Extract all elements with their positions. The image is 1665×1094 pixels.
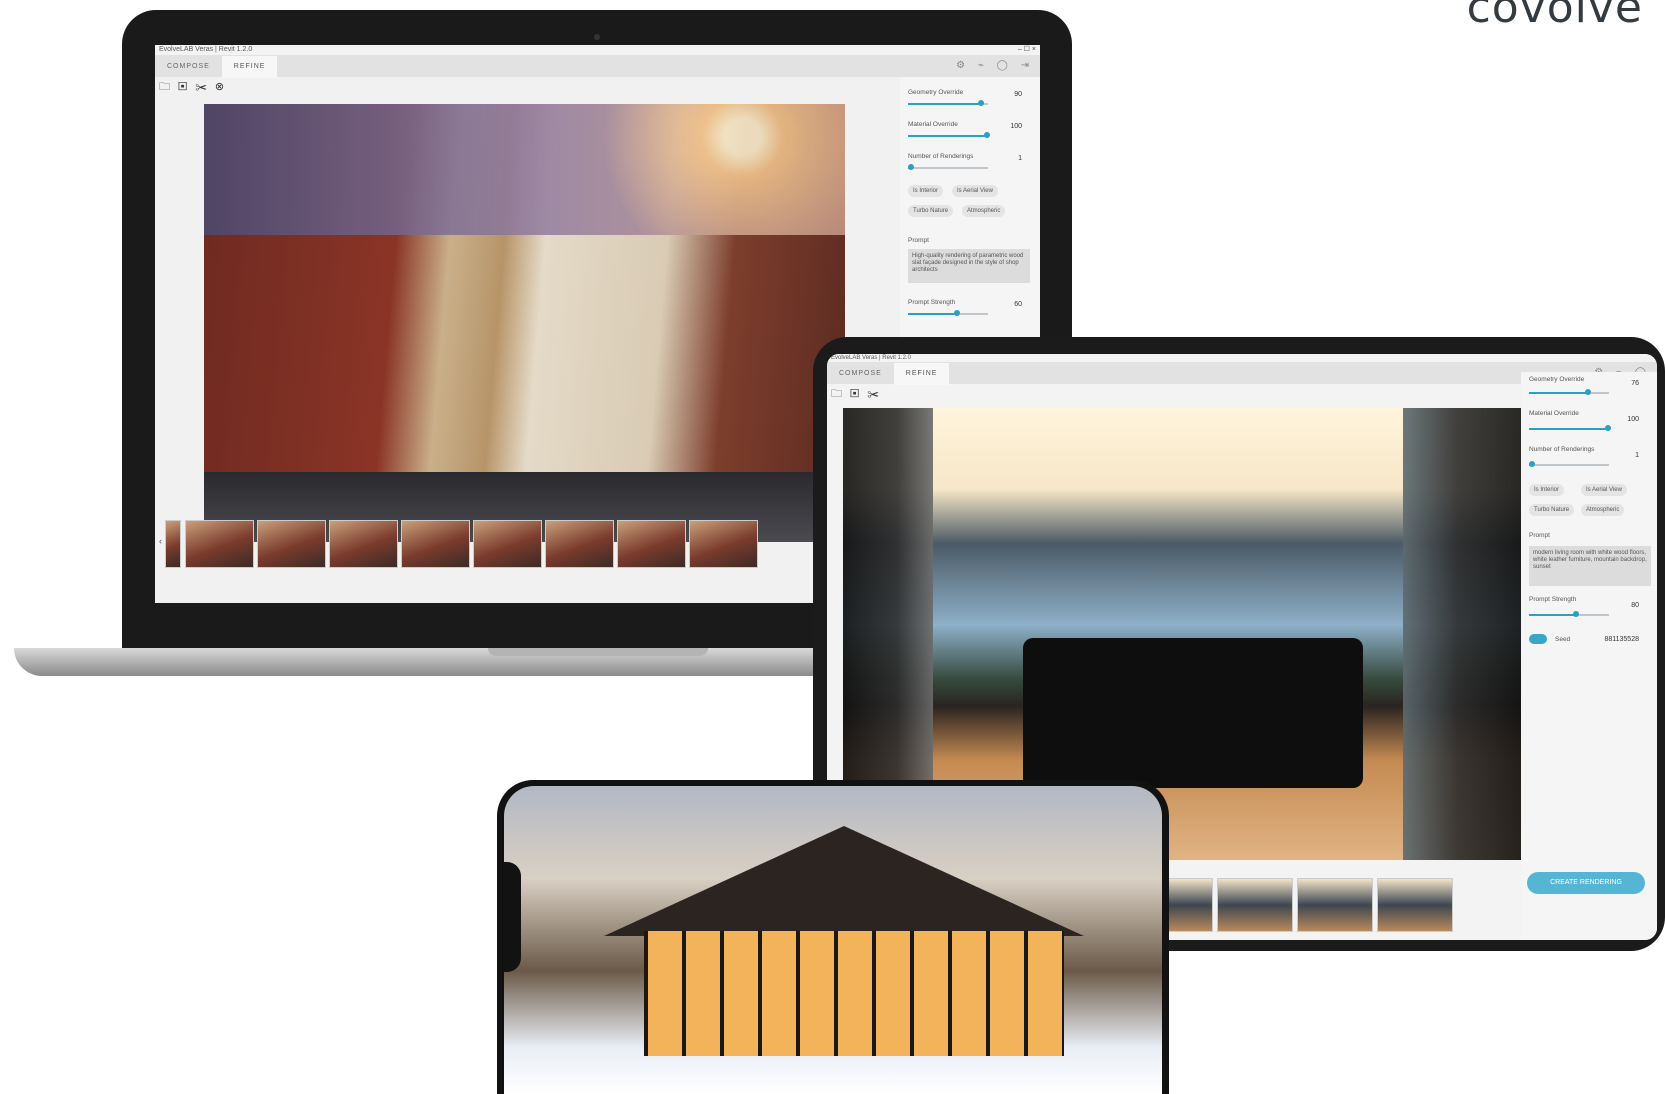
thumbnail-strip [1167, 878, 1527, 934]
material-override-slider[interactable] [908, 132, 990, 138]
geometry-override-label: Geometry Override [1529, 376, 1585, 383]
window-title: EvolveLAB Veras | Revit 1.2.0 [831, 355, 911, 361]
thumbnail[interactable] [617, 520, 686, 568]
header-icons[interactable]: ⚙ ⌁ ◯ ⇥ [956, 60, 1034, 71]
thumbnail[interactable] [1377, 878, 1453, 932]
create-rendering-button[interactable]: CREATE RENDERING [1527, 872, 1645, 894]
magic-icon[interactable]: ✂ [867, 388, 887, 400]
material-override-value[interactable]: 100 [1627, 416, 1639, 423]
chip-turbo-nature[interactable]: Turbo Nature [908, 205, 954, 217]
laptop-notch [488, 648, 708, 656]
window-frame-right [1403, 408, 1523, 860]
renderings-label: Number of Renderings [908, 153, 974, 160]
geometry-override-label: Geometry Override [908, 89, 964, 96]
geometry-override-value[interactable]: 76 [1631, 380, 1639, 387]
renderings-value[interactable]: 1 [1635, 452, 1639, 459]
material-override-slider[interactable] [1529, 425, 1611, 431]
sofa-shape [1023, 638, 1363, 788]
material-override-label: Material Override [1529, 410, 1579, 417]
chip-is-aerial-view[interactable]: Is Aerial View [1581, 484, 1627, 496]
thumbnail[interactable] [689, 520, 758, 568]
tab-refine[interactable]: REFINE [893, 363, 950, 385]
thumbnail[interactable] [185, 520, 254, 568]
render-preview-image [204, 104, 845, 542]
thumbnail[interactable] [473, 520, 542, 568]
cabin-roof [604, 826, 1084, 936]
seed-toggle[interactable] [1529, 634, 1547, 644]
geometry-override-slider[interactable] [1529, 389, 1609, 395]
window-controls[interactable]: – ☐ × [1018, 45, 1036, 55]
prompt-input[interactable]: modern living room with white wood floor… [1529, 546, 1651, 586]
sky-area [204, 104, 845, 236]
save-icon[interactable]: ▣ [850, 388, 867, 400]
thumbnail-prev-icon[interactable]: ‹ [159, 536, 162, 546]
chip-atmospheric[interactable]: Atmospheric [1581, 504, 1625, 516]
window-titlebar: EvolveLAB Veras | Revit 1.2.0 – ☐ × [155, 45, 1040, 55]
folder-icon[interactable]: 🗀 [831, 388, 850, 400]
prompt-strength-label: Prompt Strength [908, 299, 956, 306]
thumbnail[interactable] [329, 520, 398, 568]
window-titlebar: EvolveLAB Veras | Revit 1.2.0 [827, 354, 1657, 362]
geometry-override-value[interactable]: 90 [1014, 91, 1022, 98]
tab-compose[interactable]: COMPOSE [155, 56, 222, 78]
thumbnail[interactable] [1167, 878, 1213, 932]
chip-turbo-nature[interactable]: Turbo Nature [1529, 504, 1575, 516]
laptop-camera [594, 34, 600, 40]
folder-icon[interactable]: 🗀 [159, 81, 178, 93]
renderings-label: Number of Renderings [1529, 446, 1595, 453]
thumbnail[interactable] [257, 520, 326, 568]
chip-atmospheric[interactable]: Atmospheric [962, 205, 1006, 217]
thumbnail[interactable] [165, 520, 181, 568]
cabin-body [644, 931, 1064, 1056]
prompt-strength-slider[interactable] [1529, 611, 1609, 617]
seed-label: Seed [1555, 636, 1571, 643]
prompt-label: Prompt [1529, 532, 1550, 539]
material-override-value[interactable]: 100 [1010, 123, 1022, 130]
prompt-strength-value[interactable]: 60 [1014, 301, 1022, 308]
prompt-input[interactable]: High-quality rendering of parametric woo… [908, 249, 1030, 283]
chip-is-interior[interactable]: Is Interior [908, 185, 944, 197]
brand-logo: covolve [1466, 0, 1643, 33]
thumbnail[interactable] [1297, 878, 1373, 932]
renderings-slider[interactable] [908, 164, 988, 170]
prompt-label: Prompt [908, 237, 929, 244]
window-title: EvolveLAB Veras | Revit 1.2.0 [159, 46, 253, 53]
phone-render-image [504, 786, 1162, 1094]
thumbnail[interactable] [545, 520, 614, 568]
settings-sidebar: Geometry Override 76 Material Override 1… [1521, 372, 1657, 940]
renderings-slider[interactable] [1529, 461, 1609, 467]
seed-value[interactable]: 881135528 [1604, 636, 1639, 643]
chip-is-interior[interactable]: Is Interior [1529, 484, 1565, 496]
tab-bar: COMPOSE REFINE ⚙ ⌁ ◯ ⇥ [155, 55, 1040, 78]
geometry-override-slider[interactable] [908, 100, 988, 106]
phone-notch [497, 862, 521, 972]
prompt-strength-value[interactable]: 80 [1631, 602, 1639, 609]
chip-is-aerial-view[interactable]: Is Aerial View [952, 185, 998, 197]
prompt-strength-slider[interactable] [908, 310, 988, 316]
thumbnail[interactable] [401, 520, 470, 568]
tab-refine[interactable]: REFINE [221, 56, 278, 78]
prompt-strength-label: Prompt Strength [1529, 596, 1577, 603]
save-icon[interactable]: ▣ [178, 81, 195, 93]
thumbnail[interactable] [1217, 878, 1293, 932]
magic-icon[interactable]: ✂ [195, 81, 215, 93]
renderings-value[interactable]: 1 [1018, 155, 1022, 162]
tab-compose[interactable]: COMPOSE [827, 363, 894, 385]
material-override-label: Material Override [908, 121, 958, 128]
close-circle-icon[interactable]: ⊗ [215, 81, 232, 93]
cabin-illustration [584, 826, 1104, 1056]
